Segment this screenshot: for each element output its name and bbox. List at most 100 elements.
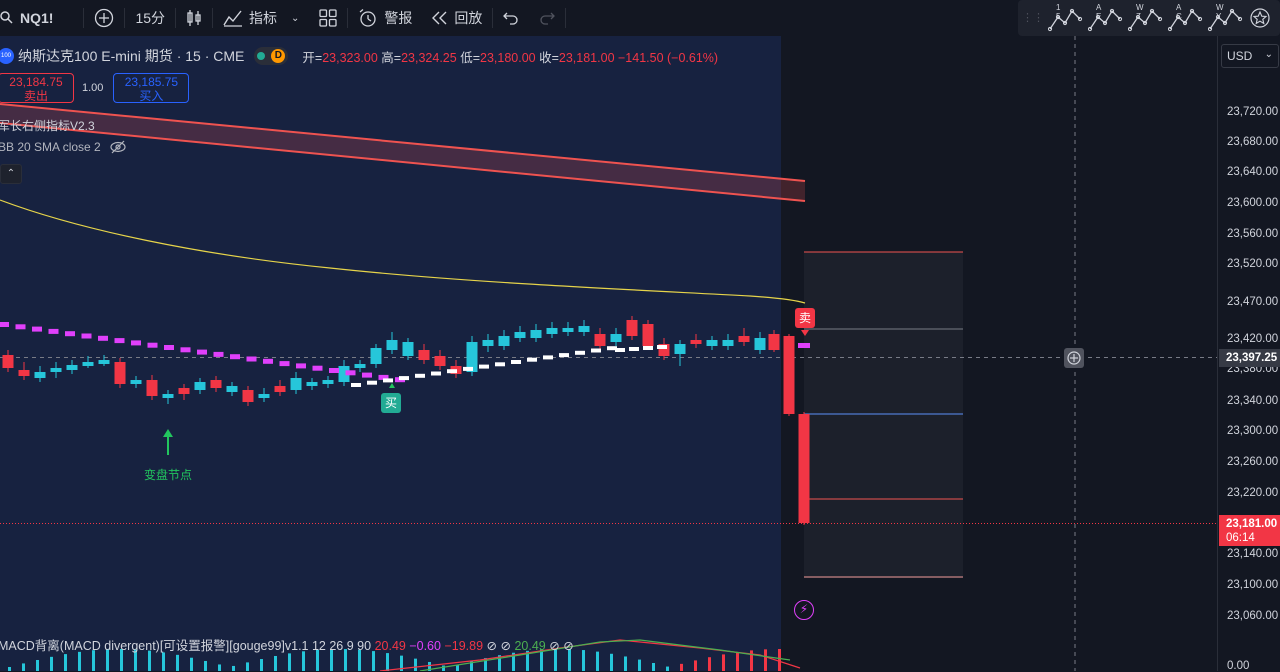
price-tick: 23,680.00 [1227,136,1279,148]
candle-body [594,334,606,346]
symbol-search[interactable]: NQ1! [0,0,63,36]
candles-icon [187,10,201,26]
trend-dot [114,338,125,344]
macd-name[interactable]: MACD背离(MACD divergent)[可设置报警][gouge99]v1… [0,639,371,653]
symbol-title[interactable]: 纳斯达克100 E-mini 期货 · 15 · CME [18,46,244,66]
hidden-eye-icon[interactable] [109,140,127,154]
macd-bar [414,658,417,671]
candle-body [162,394,174,398]
quantity-value[interactable]: 1.00 [82,82,103,94]
low-label: 低= [460,50,480,65]
macd-bar [694,660,697,671]
price-tick: 23,300.00 [1227,425,1279,437]
divider [565,8,567,28]
chevron-up-icon: ⌃ [6,168,16,179]
macd-bar [596,651,599,671]
compare-button[interactable] [84,0,124,36]
bb-label: BB 20 SMA close 2 [0,140,101,154]
open-label: 开= [302,50,323,65]
candle-body [370,348,382,364]
disabled-icon: ⊘ [563,639,574,653]
favorite-button[interactable] [1244,0,1276,36]
candle-body [546,328,558,334]
crosshair-price-label: 23,397.25 [1219,349,1280,367]
price-tick: 23,520.00 [1227,258,1279,270]
market-status[interactable]: D [254,47,289,65]
lightning-icon[interactable]: ⚡ [794,600,814,620]
delayed-badge: D [271,49,286,63]
drag-handle-icon[interactable]: ⋮⋮ [1022,13,1044,24]
macd-bar [302,651,305,671]
trend-dot [296,363,306,369]
sell-button[interactable]: 23,184.75 卖出 [0,73,74,103]
chevron-down-icon[interactable]: ⌄ [291,13,299,24]
price-tick: 23,060.00 [1227,610,1279,622]
candle-body [242,390,254,402]
trend-dot [48,328,59,334]
pattern-tool-3[interactable]: W Z [1127,3,1164,33]
trend-dot [329,368,339,373]
trend-dot [164,345,174,350]
candle-body [2,355,14,368]
macd-bar [246,662,249,671]
trend-dot [312,365,323,371]
chart-legend: 100 纳斯达克100 E-mini 期货 · 15 · CME D 开=23,… [0,44,718,68]
buy-button[interactable]: 23,185.75 买入 [113,73,190,103]
indicators-button[interactable]: 指标 ⌄ [213,0,309,36]
alert-label: 警报 [384,10,413,26]
macd-legend: MACD背离(MACD divergent)[可设置报警][gouge99]v1… [0,635,574,654]
macd-bar [190,657,193,671]
candle-body [768,334,780,350]
price-tick: 23,420.00 [1227,333,1279,345]
candle-body [798,414,810,523]
collapse-legend-button[interactable]: ⌃ [0,164,22,184]
candle-body [178,388,190,394]
sell-signal-marker: 卖 [795,308,815,328]
main-chart[interactable] [0,36,1217,671]
trend-dot [798,343,810,348]
pattern-tool-2[interactable]: A E [1087,3,1124,33]
pattern-tool-5[interactable]: W Y [1207,3,1244,33]
change-point-note: 变盘节点 [144,468,193,482]
undo-button[interactable] [493,0,529,36]
candle-body [114,362,126,384]
indicator-label-1[interactable]: 军长右侧指标V2.3 [0,117,95,134]
interval-button[interactable]: 15分 [125,0,175,36]
low-value: 23,180.00 [480,50,536,65]
macd-bar [372,651,375,671]
trend-dot [399,376,409,381]
price-tick: 23,470.00 [1227,296,1279,308]
alert-button[interactable]: 警报 [348,0,422,36]
layouts-button[interactable] [309,0,347,36]
price-tick: 23,640.00 [1227,166,1279,178]
redo-button[interactable] [529,0,565,36]
replay-button[interactable]: 回放 [422,0,492,36]
trade-panel: 23,184.75 卖出 1.00 23,185.75 买入 [0,73,190,103]
trend-dot [495,362,505,367]
candle-body [98,360,110,364]
currency-select[interactable]: USD ⌄ [1221,44,1279,68]
macd-bar [582,650,585,671]
crosshair-add-button[interactable] [1064,348,1084,368]
trend-dot [479,364,489,369]
macd-bar [610,653,613,671]
trend-dot [657,345,667,349]
top-toolbar: NQ1! 15分 指标 ⌄ 警报 回放 ⋮⋮ 1 5 A E W Z A C W… [0,0,1280,37]
macd-value-3: −19.89 [444,639,484,653]
pattern-label: W Y [1216,3,1230,21]
pattern-tool-1[interactable]: 1 5 [1047,3,1084,33]
indicator-label-2[interactable]: BB 20 SMA close 2 [0,140,127,154]
chart-type-button[interactable] [176,0,212,36]
macd-bar [442,665,445,671]
undo-icon [503,12,519,25]
candle-body [642,324,654,346]
macd-bar [736,652,739,671]
trend-dot [147,342,158,348]
candle-body [482,340,494,346]
trend-dot [615,348,625,352]
macd-bar [162,652,165,671]
trend-dot [383,378,393,383]
pattern-tool-4[interactable]: A C [1167,3,1204,33]
candle-body [130,380,142,384]
macd-bar [204,660,207,671]
